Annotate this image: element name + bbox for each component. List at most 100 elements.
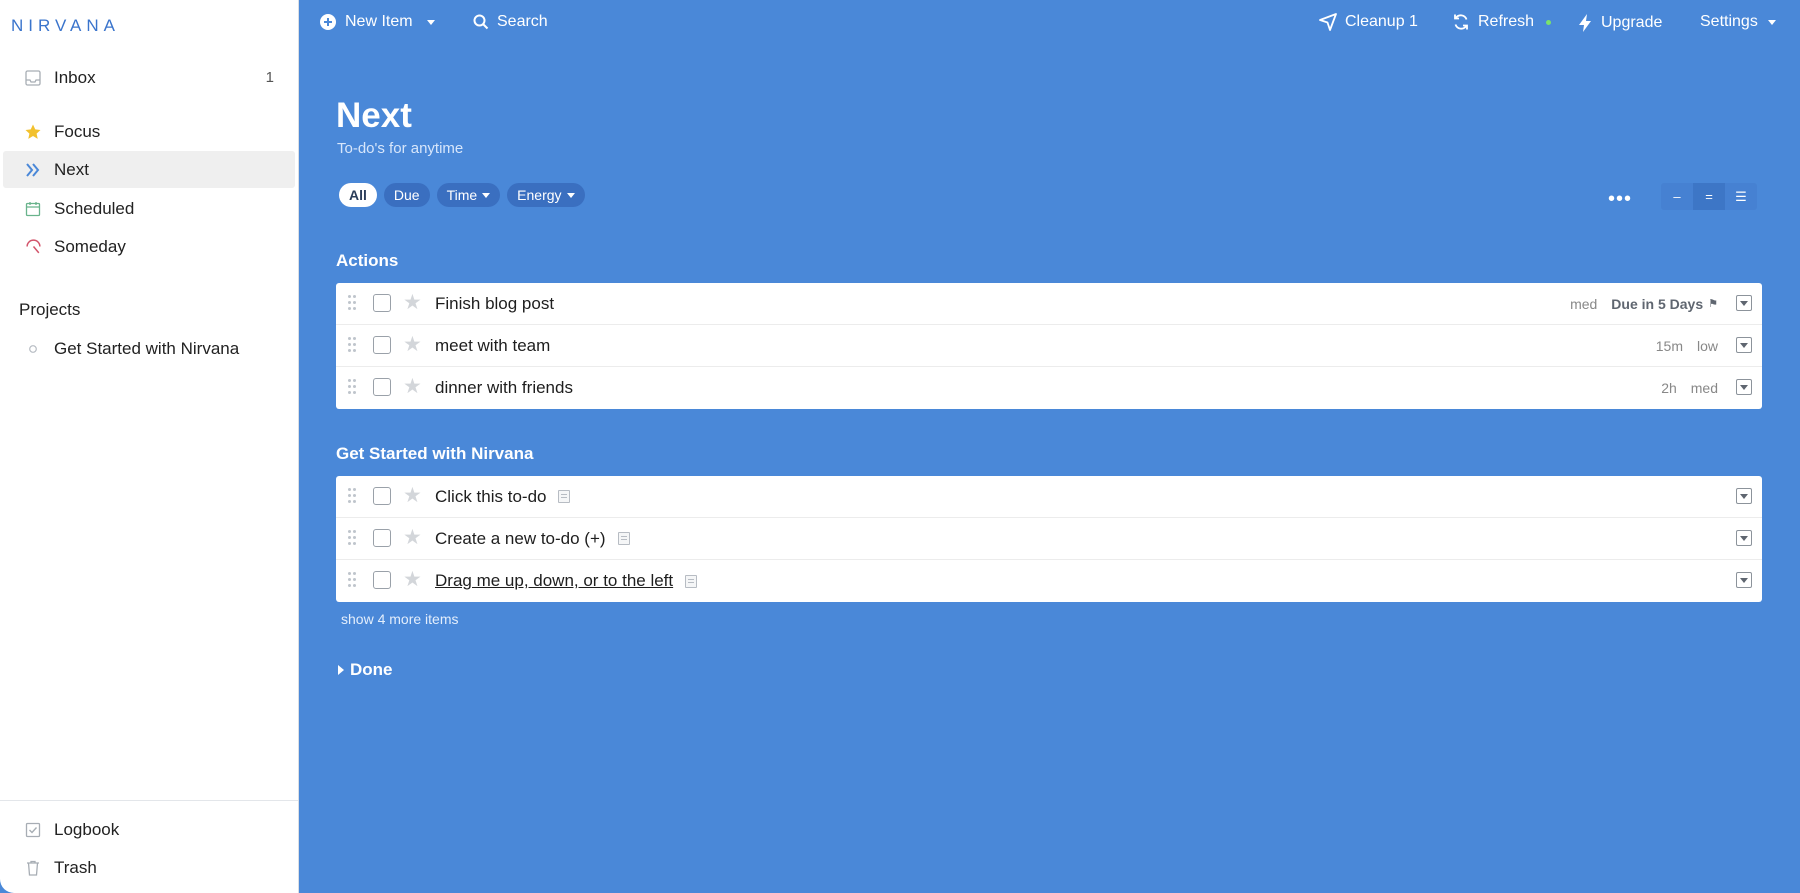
task-title[interactable]: dinner with friends	[435, 378, 573, 398]
row-menu-button[interactable]	[1736, 572, 1752, 588]
row-menu-button[interactable]	[1736, 295, 1752, 311]
new-item-button[interactable]: New Item	[319, 13, 435, 31]
task-title[interactable]: Finish blog post	[435, 294, 554, 314]
star-icon[interactable]: ★	[403, 376, 422, 397]
app-logo[interactable]: NIRVANA	[11, 16, 120, 36]
upgrade-button[interactable]: Upgrade	[1577, 13, 1662, 33]
cleanup-button[interactable]: Cleanup 1	[1319, 13, 1418, 31]
chevron-down-icon	[482, 192, 491, 198]
refresh-label: Refresh	[1478, 13, 1535, 30]
star-icon[interactable]: ★	[403, 292, 422, 313]
row-menu-button[interactable]	[1736, 530, 1752, 546]
sidebar-item-next[interactable]: Next	[3, 151, 295, 188]
row-menu-button[interactable]	[1736, 379, 1752, 395]
drag-handle-icon[interactable]	[348, 488, 356, 506]
task-title[interactable]: Click this to-do	[435, 486, 571, 507]
list-item[interactable]: ★ Finish blog post med Due in 5 Days ⚑	[336, 283, 1762, 325]
filter-label: Energy	[517, 187, 562, 203]
drag-handle-icon[interactable]	[348, 295, 356, 313]
sidebar-item-inbox[interactable]: Inbox 1	[3, 59, 295, 96]
section-title-actions[interactable]: Actions	[336, 251, 398, 271]
task-checkbox[interactable]	[373, 294, 391, 312]
upgrade-label: Upgrade	[1601, 14, 1663, 31]
task-title-text: Finish blog post	[435, 293, 555, 313]
page-title: Next	[336, 96, 412, 135]
actions-list: ★ Finish blog post med Due in 5 Days ⚑ ★ …	[336, 283, 1762, 409]
filter-time[interactable]: Time	[436, 183, 501, 207]
sidebar-item-focus[interactable]: Focus	[3, 113, 295, 150]
list-item[interactable]: ★ Click this to-do	[336, 476, 1762, 518]
more-options-button[interactable]: •••	[1608, 188, 1632, 211]
filter-label: Due	[393, 187, 420, 203]
sidebar-item-someday[interactable]: Someday	[3, 228, 295, 265]
calendar-icon	[23, 199, 43, 219]
task-title-text: meet with team	[435, 335, 551, 355]
time-label: 2h	[1661, 380, 1677, 396]
projects-heading[interactable]: Projects	[19, 300, 80, 320]
star-icon[interactable]: ★	[403, 527, 422, 548]
sidebar-project-get-started[interactable]: Get Started with Nirvana	[3, 330, 295, 367]
sidebar-item-trash[interactable]: Trash	[3, 849, 295, 886]
online-status-dot	[1546, 19, 1552, 25]
filter-label: All	[349, 187, 367, 203]
drag-handle-icon[interactable]	[348, 337, 356, 355]
sidebar-item-scheduled[interactable]: Scheduled	[3, 190, 295, 227]
drag-handle-icon[interactable]	[348, 530, 356, 548]
density-normal-button[interactable]: =	[1693, 183, 1725, 210]
settings-button[interactable]: Settings	[1700, 13, 1776, 31]
drag-handle-icon[interactable]	[348, 379, 356, 397]
density-toggle: – = ☰	[1661, 183, 1757, 210]
star-icon[interactable]: ★	[403, 569, 422, 590]
search-button[interactable]: Search	[473, 13, 548, 31]
task-title[interactable]: meet with team	[435, 336, 550, 356]
density-compact-button[interactable]: –	[1661, 183, 1693, 210]
filter-all[interactable]: All	[339, 183, 377, 207]
umbrella-icon	[23, 237, 43, 257]
task-title[interactable]: Create a new to-do (+)	[435, 529, 630, 549]
task-title[interactable]: Drag me up, down, or to the left	[435, 571, 698, 591]
task-title-text: Click this to-do	[435, 486, 547, 506]
chevrons-right-icon	[23, 160, 43, 180]
list-item[interactable]: ★ dinner with friends 2h med	[336, 367, 1762, 409]
row-menu-button[interactable]	[1736, 337, 1752, 353]
row-menu-button[interactable]	[1736, 488, 1752, 504]
refresh-button[interactable]: Refresh	[1452, 13, 1552, 31]
star-icon[interactable]: ★	[403, 485, 422, 506]
task-title-text: Create a new to-do (+)	[435, 528, 606, 548]
show-more-link[interactable]: show 4 more items	[341, 611, 458, 627]
settings-label: Settings	[1700, 13, 1758, 30]
density-expanded-button[interactable]: ☰	[1725, 183, 1757, 210]
lightning-icon	[1579, 14, 1591, 32]
top-bar: New Item Search Cleanup 1 Refresh Upgrad…	[299, 0, 1800, 48]
filter-energy[interactable]: Energy	[507, 183, 585, 207]
page-subtitle: To-do's for anytime	[337, 140, 464, 157]
filter-due[interactable]: Due	[383, 183, 430, 207]
sidebar-item-label: Inbox	[54, 67, 96, 87]
list-item[interactable]: ★ Drag me up, down, or to the left	[336, 560, 1762, 602]
chevron-down-icon	[426, 19, 435, 25]
note-icon	[558, 490, 571, 503]
plus-circle-icon	[320, 14, 336, 30]
task-checkbox[interactable]	[373, 487, 391, 505]
task-meta: 2h med	[1661, 380, 1718, 396]
task-checkbox[interactable]	[373, 336, 391, 354]
sidebar: NIRVANA Inbox 1 Focus Next Scheduled Som…	[0, 0, 299, 893]
star-icon[interactable]: ★	[403, 334, 422, 355]
sidebar-project-label: Get Started with Nirvana	[54, 338, 240, 358]
done-section-toggle[interactable]: Done	[338, 660, 393, 680]
drag-handle-icon[interactable]	[348, 572, 356, 590]
task-checkbox[interactable]	[373, 571, 391, 589]
sidebar-divider	[0, 800, 298, 801]
filter-bar: All Due Time Energy	[339, 183, 585, 207]
task-checkbox[interactable]	[373, 529, 391, 547]
list-item[interactable]: ★ meet with team 15m low	[336, 325, 1762, 367]
note-icon	[685, 574, 698, 588]
sidebar-item-label: Trash	[54, 857, 97, 877]
task-checkbox[interactable]	[373, 378, 391, 396]
list-item[interactable]: ★ Create a new to-do (+)	[336, 518, 1762, 560]
section-title-project[interactable]: Get Started with Nirvana	[336, 444, 533, 464]
search-label: Search	[497, 13, 548, 30]
task-title-text: Drag me up, down, or to the left	[435, 571, 674, 590]
task-title-text: dinner with friends	[435, 378, 573, 397]
sidebar-item-logbook[interactable]: Logbook	[3, 811, 295, 848]
